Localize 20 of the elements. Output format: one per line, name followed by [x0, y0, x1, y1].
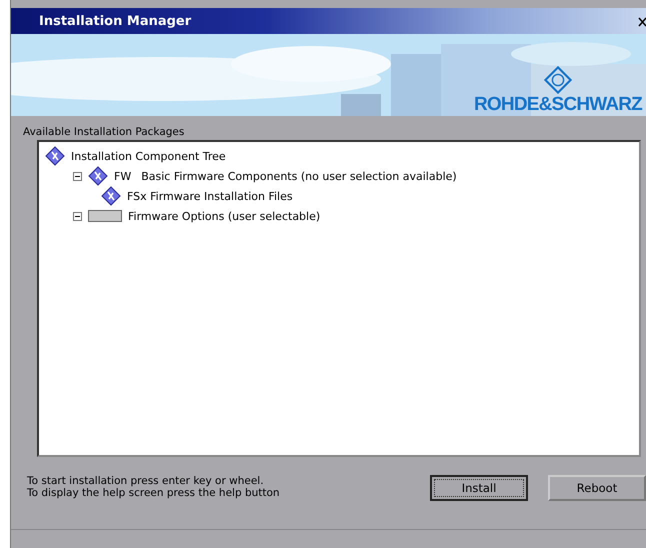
diamond-logo-icon: [88, 166, 108, 186]
hint-text: To start installation press enter key or wheel.: [27, 475, 265, 487]
close-icon[interactable]: [638, 15, 646, 27]
action-button[interactable]: Install: [430, 475, 528, 501]
diamond-logo-icon: [544, 66, 572, 94]
collapse-icon[interactable]: [73, 172, 82, 180]
hint-text: To display the help screen press the help button: [27, 487, 280, 499]
options-icon: [88, 210, 122, 222]
collapse-icon[interactable]: [73, 212, 82, 220]
node-tag: FW: [114, 170, 132, 182]
diamond-logo-icon: [101, 186, 121, 206]
diamond-logo-icon: [45, 146, 65, 166]
tree-item[interactable]: Installation Component Tree: [71, 150, 226, 162]
group-label: Available Installation Packages: [23, 126, 184, 138]
window-title: Installation Manager: [39, 14, 192, 28]
tree-item[interactable]: Firmware Options (user selectable): [128, 210, 320, 222]
action-button[interactable]: Reboot: [548, 475, 646, 501]
brand-logo: ROHDE&SCHWARZ: [474, 94, 642, 116]
tree-item[interactable]: Basic Firmware Components (no user selection available): [141, 170, 457, 182]
tree-item[interactable]: FSx Firmware Installation Files: [127, 190, 293, 202]
